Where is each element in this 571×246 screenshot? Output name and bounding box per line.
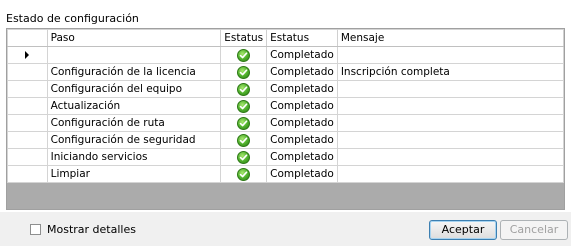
cancel-button[interactable]: Cancelar — [500, 220, 568, 240]
header-row: Paso Estatus Estatus Mensaje — [7, 29, 565, 47]
row-header[interactable] — [7, 131, 48, 149]
cell-estatus-icon[interactable] — [220, 131, 268, 149]
cell-paso[interactable]: Configuración de seguridad — [46, 131, 222, 149]
check-icon — [237, 48, 251, 62]
show-details-checkbox[interactable] — [30, 224, 41, 235]
cell-estatus-icon[interactable] — [220, 46, 268, 64]
status-table: Paso Estatus Estatus Mensaje Configuraci… — [7, 29, 565, 183]
cell-paso[interactable]: Configuración del equipo — [46, 80, 222, 98]
cell-estatus[interactable]: Completado — [266, 131, 338, 149]
current-row-arrow-icon — [25, 51, 30, 59]
row-header[interactable] — [7, 148, 48, 166]
table-row[interactable]: Actualización Completado — [7, 97, 565, 115]
check-icon — [237, 133, 251, 147]
check-icon — [237, 116, 251, 130]
row-header[interactable] — [7, 63, 48, 81]
cell-estatus[interactable]: Completado — [266, 97, 338, 115]
cell-estatus[interactable]: Completado — [266, 80, 338, 98]
column-header-paso[interactable]: Paso — [46, 29, 222, 47]
cell-estatus-icon[interactable] — [220, 148, 268, 166]
cell-estatus[interactable]: Completado — [266, 46, 338, 64]
cell-paso[interactable]: Limpiar — [46, 165, 222, 183]
cell-mensaje[interactable] — [336, 131, 565, 149]
cell-estatus-icon[interactable] — [220, 80, 268, 98]
cell-estatus-icon[interactable] — [220, 114, 268, 132]
column-header-estatus-icon[interactable]: Estatus — [220, 29, 268, 47]
status-grid[interactable]: Paso Estatus Estatus Mensaje Configuraci… — [6, 28, 565, 210]
cell-estatus[interactable]: Completado — [266, 114, 338, 132]
table-row[interactable]: Configuración del equipo Completado — [7, 80, 565, 98]
column-header-mensaje[interactable]: Mensaje — [336, 29, 565, 47]
row-header[interactable] — [7, 114, 48, 132]
table-row[interactable]: Configuración de seguridad Completado — [7, 131, 565, 149]
cell-paso[interactable]: Actualización — [46, 97, 222, 115]
cell-mensaje[interactable] — [336, 114, 565, 132]
table-row[interactable]: Configuración de base de datos Completado — [7, 46, 565, 64]
cell-estatus-icon[interactable] — [220, 63, 268, 81]
row-header-corner — [7, 29, 48, 47]
cell-paso[interactable]: Iniciando servicios — [46, 148, 222, 166]
show-details-label[interactable]: Mostrar detalles — [47, 223, 136, 236]
row-header[interactable] — [7, 97, 48, 115]
cell-mensaje[interactable]: Inscripción completa — [336, 63, 565, 81]
cell-estatus-icon[interactable] — [220, 165, 268, 183]
row-header[interactable] — [7, 46, 48, 64]
column-header-estatus[interactable]: Estatus — [266, 29, 338, 47]
cell-mensaje[interactable] — [336, 97, 565, 115]
cell-mensaje[interactable] — [336, 80, 565, 98]
table-row[interactable]: Configuración de ruta Completado — [7, 114, 565, 132]
cell-paso[interactable]: Configuración de ruta — [46, 114, 222, 132]
cell-estatus[interactable]: Completado — [266, 165, 338, 183]
cell-mensaje[interactable] — [336, 46, 565, 64]
check-icon — [237, 65, 251, 79]
cell-estatus[interactable]: Completado — [266, 148, 338, 166]
cell-mensaje[interactable] — [336, 165, 565, 183]
table-row[interactable]: Iniciando servicios Completado — [7, 148, 565, 166]
check-icon — [237, 82, 251, 96]
table-row[interactable]: Configuración de la licencia Completado In… — [7, 63, 565, 81]
cell-mensaje[interactable] — [336, 148, 565, 166]
group-title: Estado de configuración — [6, 12, 139, 25]
check-icon — [237, 167, 251, 181]
table-row[interactable]: Limpiar Completado — [7, 165, 565, 183]
row-header[interactable] — [7, 165, 48, 183]
cell-paso[interactable]: Configuración de base de datos — [46, 46, 222, 64]
cell-estatus[interactable]: Completado — [266, 63, 338, 81]
check-icon — [237, 150, 251, 164]
row-header[interactable] — [7, 80, 48, 98]
cell-paso[interactable]: Configuración de la licencia — [46, 63, 222, 81]
check-icon — [237, 99, 251, 113]
cell-estatus-icon[interactable] — [220, 97, 268, 115]
accept-button[interactable]: Aceptar — [429, 220, 497, 240]
